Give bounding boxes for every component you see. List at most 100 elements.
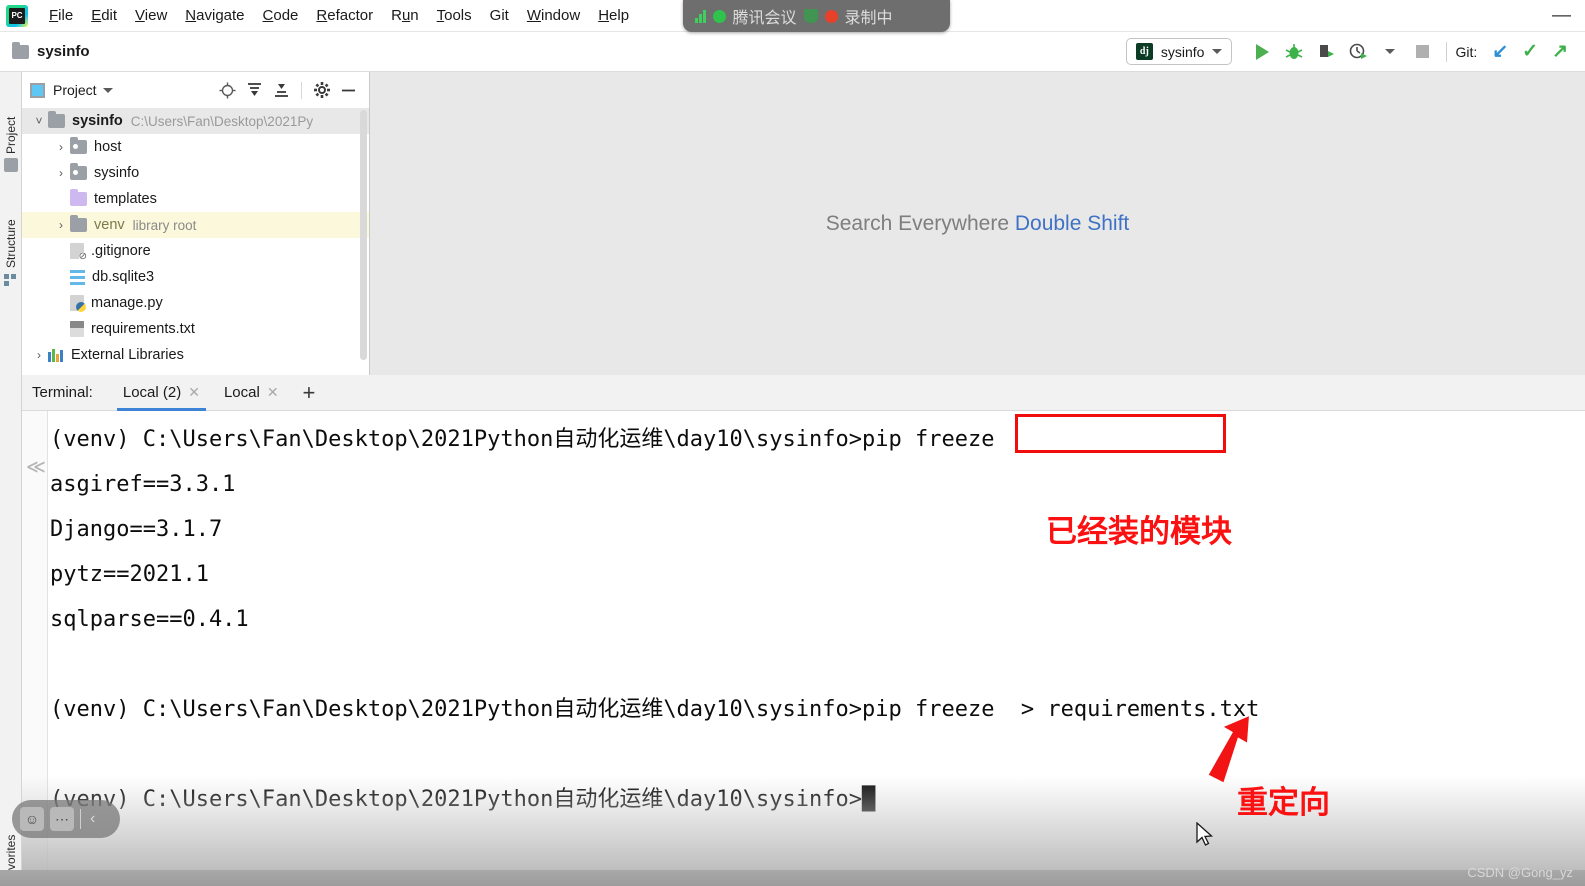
main-toolbar: sysinfo dj sysinfo Git: ↙ ✓ ↗ <box>0 32 1585 72</box>
tree-item-templates[interactable]: templates <box>22 186 369 212</box>
tree-item-gitignore[interactable]: .gitignore <box>22 238 369 264</box>
chat-bubble-icon[interactable]: ⋯ <box>50 807 74 831</box>
debug-button[interactable] <box>1278 37 1310 67</box>
floating-mini-toolbar[interactable]: ☺ ⋯ ‹ <box>12 800 120 838</box>
menu-item-refactor[interactable]: Refactor <box>307 4 382 27</box>
menu-item-window[interactable]: Window <box>518 4 589 27</box>
toolbar-divider <box>1446 41 1448 62</box>
tab-local[interactable]: Local ✕ <box>212 375 291 411</box>
search-everywhere-hint: Search Everywhere Double Shift <box>826 212 1130 236</box>
record-dot-icon <box>824 9 838 23</box>
chevron-right-icon[interactable]: › <box>30 348 48 362</box>
profile-button[interactable] <box>1342 37 1374 67</box>
terminal-line-1: (venv) C:\Users\Fan\Desktop\2021Python自动… <box>50 427 995 452</box>
tree-item-label: manage.py <box>91 295 163 311</box>
minimize-button[interactable]: — <box>1552 5 1571 27</box>
green-status-dot-icon <box>712 9 726 23</box>
annotation-redirect: 重定向 <box>1237 785 1330 821</box>
tree-item-venv[interactable]: › venv library root <box>22 212 369 238</box>
bottom-status-strip <box>0 870 1585 886</box>
stop-button[interactable] <box>1406 37 1438 67</box>
locate-target-icon[interactable] <box>215 78 240 103</box>
mini-toolbar-divider <box>80 809 81 829</box>
terminal-text: (venv) C:\Users\Fan\Desktop\2021Python自动… <box>50 417 1259 822</box>
chevron-right-icon[interactable]: › <box>52 140 70 154</box>
tree-item-label: .gitignore <box>91 243 151 259</box>
collapse-chevron-icon[interactable]: ≪ <box>26 456 46 479</box>
git-update-arrow-icon[interactable]: ↙ <box>1485 40 1515 63</box>
tree-item-external-libraries[interactable]: › External Libraries <box>22 342 369 368</box>
emoji-face-icon[interactable]: ☺ <box>20 807 44 831</box>
debug-bug-icon <box>1286 43 1303 59</box>
meeting-app-name: 腾讯会议 <box>732 10 797 27</box>
django-badge-icon: dj <box>1135 43 1153 60</box>
menu-item-run[interactable]: Run <box>382 4 428 27</box>
tree-item-label: templates <box>94 191 157 207</box>
run-button[interactable] <box>1246 37 1278 67</box>
sidebar-item-structure[interactable]: Structure <box>0 178 22 268</box>
pycharm-logo-icon <box>6 4 28 27</box>
terminal-line-3: Django==3.1.7 <box>50 517 223 542</box>
tab-label: Local (2) <box>122 384 182 401</box>
tree-item-requirements-txt[interactable]: requirements.txt <box>22 316 369 342</box>
git-push-arrow-icon[interactable]: ↗ <box>1545 40 1575 63</box>
close-icon[interactable]: ✕ <box>267 384 279 401</box>
microphone-icon[interactable] <box>803 9 818 23</box>
folder-icon <box>70 215 87 232</box>
chevron-down-icon <box>1212 49 1223 54</box>
terminal-line-7: (venv) C:\Users\Fan\Desktop\2021Python自动… <box>50 697 1260 722</box>
tree-item-sysinfo-app[interactable]: › sysinfo <box>22 160 369 186</box>
project-panel-header: Project <box>22 72 369 108</box>
project-tool-window: Project ˅ sysinfo C:\Users\Fan\Desktop\2… <box>22 72 370 375</box>
run-with-coverage-button[interactable] <box>1310 37 1342 67</box>
profile-dropdown-button[interactable] <box>1374 37 1406 67</box>
git-commit-check-icon[interactable]: ✓ <box>1515 40 1545 63</box>
run-triangle-icon <box>1255 43 1269 60</box>
run-with-coverage-icon <box>1320 44 1335 57</box>
chevron-down-icon[interactable] <box>102 87 113 93</box>
tencent-meeting-recording-overlay[interactable]: 腾讯会议 录制中 <box>683 0 950 32</box>
toolbar-right-group: dj sysinfo Git: ↙ ✓ ↗ <box>1125 37 1585 67</box>
tree-item-manage-py[interactable]: manage.py <box>22 290 369 316</box>
tab-local-2[interactable]: Local (2) ✕ <box>111 375 212 411</box>
menu-item-help[interactable]: Help <box>589 4 638 27</box>
menu-item-tools[interactable]: Tools <box>428 4 481 27</box>
window-project-title: sysinfo <box>37 43 90 60</box>
project-panel-title: Project <box>53 82 97 98</box>
tree-item-sysinfo-root[interactable]: ˅ sysinfo C:\Users\Fan\Desktop\2021Py <box>22 108 369 134</box>
terminal-line-5: sqlparse==0.4.1 <box>50 607 249 632</box>
sidebar-item-project[interactable]: Project <box>0 78 22 154</box>
menu-item-edit[interactable]: Edit <box>82 4 126 27</box>
csdn-watermark: CSDN @Gong_yz <box>1467 865 1573 880</box>
chevron-left-icon[interactable]: ‹ <box>87 810 95 828</box>
source-folder-icon <box>70 137 87 154</box>
close-icon[interactable]: ✕ <box>188 384 200 401</box>
menu-item-navigate[interactable]: Navigate <box>176 4 253 27</box>
tree-item-path: C:\Users\Fan\Desktop\2021Py <box>130 113 314 129</box>
plus-icon[interactable]: + <box>291 381 328 404</box>
tree-item-db-sqlite3[interactable]: db.sqlite3 <box>22 264 369 290</box>
pycharm-window: File Edit View Navigate Code Refactor Ru… <box>0 0 1585 886</box>
terminal-line-9: (venv) C:\Users\Fan\Desktop\2021Python自动… <box>50 787 862 812</box>
menu-item-file[interactable]: File <box>40 4 82 27</box>
menu-item-view[interactable]: View <box>126 4 176 27</box>
menu-item-code[interactable]: Code <box>254 4 308 27</box>
terminal-output[interactable]: ≪ (venv) C:\Users\Fan\Desktop\2021Python… <box>22 411 1585 886</box>
database-file-icon <box>70 269 85 285</box>
collapse-all-icon[interactable] <box>269 78 294 103</box>
project-panel-scrollbar[interactable] <box>360 110 367 360</box>
folder-icon <box>48 111 65 128</box>
chevron-right-icon[interactable]: › <box>52 166 70 180</box>
run-configuration-selector[interactable]: dj sysinfo <box>1125 38 1233 65</box>
settings-gear-icon[interactable] <box>309 78 334 103</box>
menu-item-git[interactable]: Git <box>481 4 518 27</box>
gitignore-file-icon <box>70 243 87 262</box>
expand-all-icon[interactable] <box>242 78 267 103</box>
git-label: Git: <box>1455 43 1478 60</box>
tree-item-host[interactable]: › host <box>22 134 369 160</box>
text-file-icon <box>70 321 84 337</box>
chevron-right-icon[interactable]: › <box>52 218 70 232</box>
chevron-down-icon[interactable]: ˅ <box>30 114 48 128</box>
tree-item-label: host <box>94 139 122 155</box>
hide-panel-icon[interactable] <box>336 78 361 103</box>
